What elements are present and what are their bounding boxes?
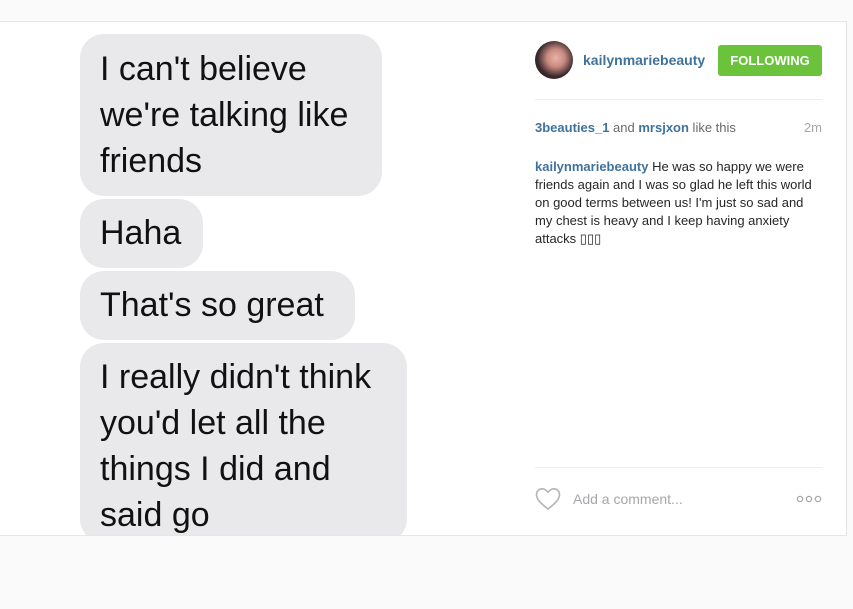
message-bubble: I really didn't think you'd let all the … — [80, 343, 407, 535]
liker-link[interactable]: mrsjxon — [638, 120, 689, 135]
heart-icon[interactable] — [535, 487, 561, 511]
add-comment-input[interactable] — [573, 489, 783, 509]
likes-suffix: like this — [688, 120, 736, 135]
message-bubble: Haha — [80, 199, 203, 268]
message-line: I can't believe — [100, 50, 307, 88]
likes-line: 3beauties_1 and mrsjxon like this — [535, 120, 736, 135]
message-bubble: I can't believe we're talking like frien… — [80, 34, 382, 196]
more-options-icon[interactable] — [796, 492, 822, 506]
message-line: we're talking like — [100, 96, 349, 134]
post-photo: I can't believe we're talking like frien… — [0, 22, 510, 535]
post-caption: kailynmariebeauty He was so happy we wer… — [535, 158, 817, 248]
post-timestamp[interactable]: 2m — [804, 120, 822, 135]
divider — [535, 99, 822, 100]
liker-link[interactable]: 3beauties_1 — [535, 120, 609, 135]
message-line: friends — [100, 142, 203, 180]
following-button[interactable]: FOLLOWING — [718, 45, 822, 76]
divider — [535, 467, 822, 468]
post-frame: I can't believe we're talking like frien… — [0, 21, 847, 536]
message-line: things I did and — [100, 450, 331, 488]
post-username[interactable]: kailynmariebeauty — [583, 52, 708, 68]
post-sidebar: kailynmariebeauty FOLLOWING 3beauties_1 … — [535, 22, 822, 535]
message-line: I really didn't think — [100, 358, 372, 396]
message-line: Haha — [100, 214, 182, 252]
message-line: you'd let all the — [100, 404, 326, 442]
message-line: That's so great — [100, 286, 324, 324]
message-bubble: That's so great — [80, 271, 355, 340]
avatar[interactable] — [535, 41, 573, 79]
caption-username[interactable]: kailynmariebeauty — [535, 159, 648, 174]
likes-connector: and — [609, 120, 639, 135]
message-line: said go — [100, 496, 210, 534]
